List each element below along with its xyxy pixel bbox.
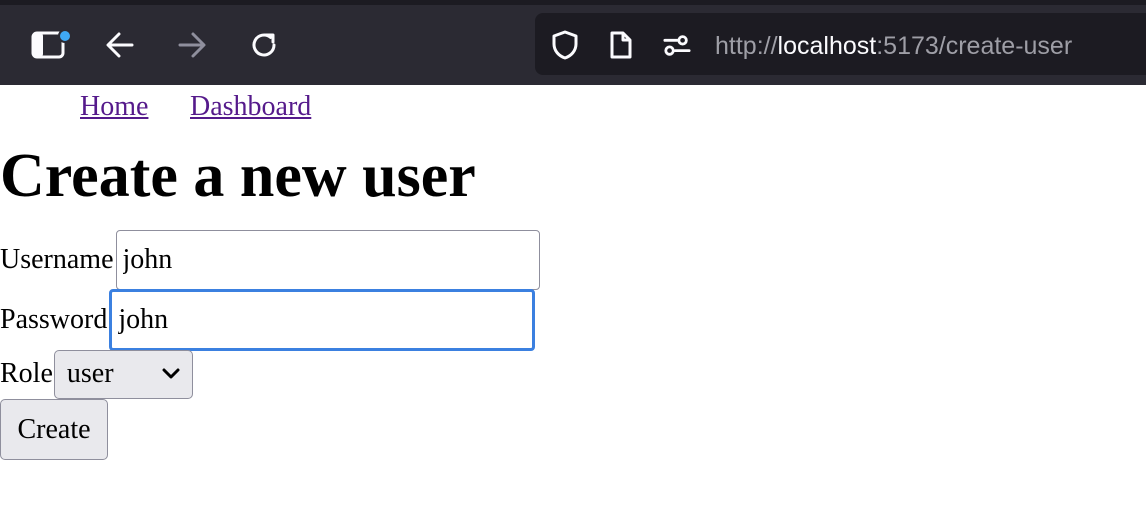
reload-icon xyxy=(248,29,280,61)
permissions-icon[interactable] xyxy=(663,31,691,59)
username-input[interactable] xyxy=(115,230,540,290)
forward-icon xyxy=(177,31,207,59)
back-icon xyxy=(105,31,135,59)
role-select-value: user xyxy=(66,357,114,389)
username-row: Username xyxy=(0,230,540,290)
password-label: Password xyxy=(0,304,108,335)
notification-badge xyxy=(58,29,72,43)
url-path: :5173/create-user xyxy=(876,32,1073,60)
role-label: Role xyxy=(0,358,53,389)
url-host: localhost xyxy=(777,32,877,60)
create-button[interactable]: Create xyxy=(0,399,108,460)
address-bar[interactable]: http://localhost:5173/create-user xyxy=(535,13,1146,75)
browser-toolbar: http://localhost:5173/create-user xyxy=(0,0,1146,85)
shield-icon[interactable] xyxy=(551,30,579,60)
password-input[interactable] xyxy=(109,289,536,351)
chevron-down-icon xyxy=(162,367,180,385)
role-row: Role user xyxy=(0,349,193,399)
role-select[interactable]: user xyxy=(53,349,193,399)
reload-button[interactable] xyxy=(246,27,282,63)
url-text[interactable]: http://localhost:5173/create-user xyxy=(715,32,1072,60)
nav-home-link[interactable]: Home xyxy=(80,90,148,124)
username-label: Username xyxy=(0,244,114,275)
back-button[interactable] xyxy=(102,27,138,63)
password-row: Password xyxy=(0,289,536,351)
url-scheme: http:// xyxy=(715,32,778,60)
page-icon[interactable] xyxy=(607,31,635,59)
nav-dashboard-link[interactable]: Dashboard xyxy=(190,90,311,124)
page-title: Create a new user xyxy=(0,142,476,210)
page-content: Home Dashboard Create a new user Usernam… xyxy=(0,85,1146,512)
forward-button[interactable] xyxy=(174,27,210,63)
